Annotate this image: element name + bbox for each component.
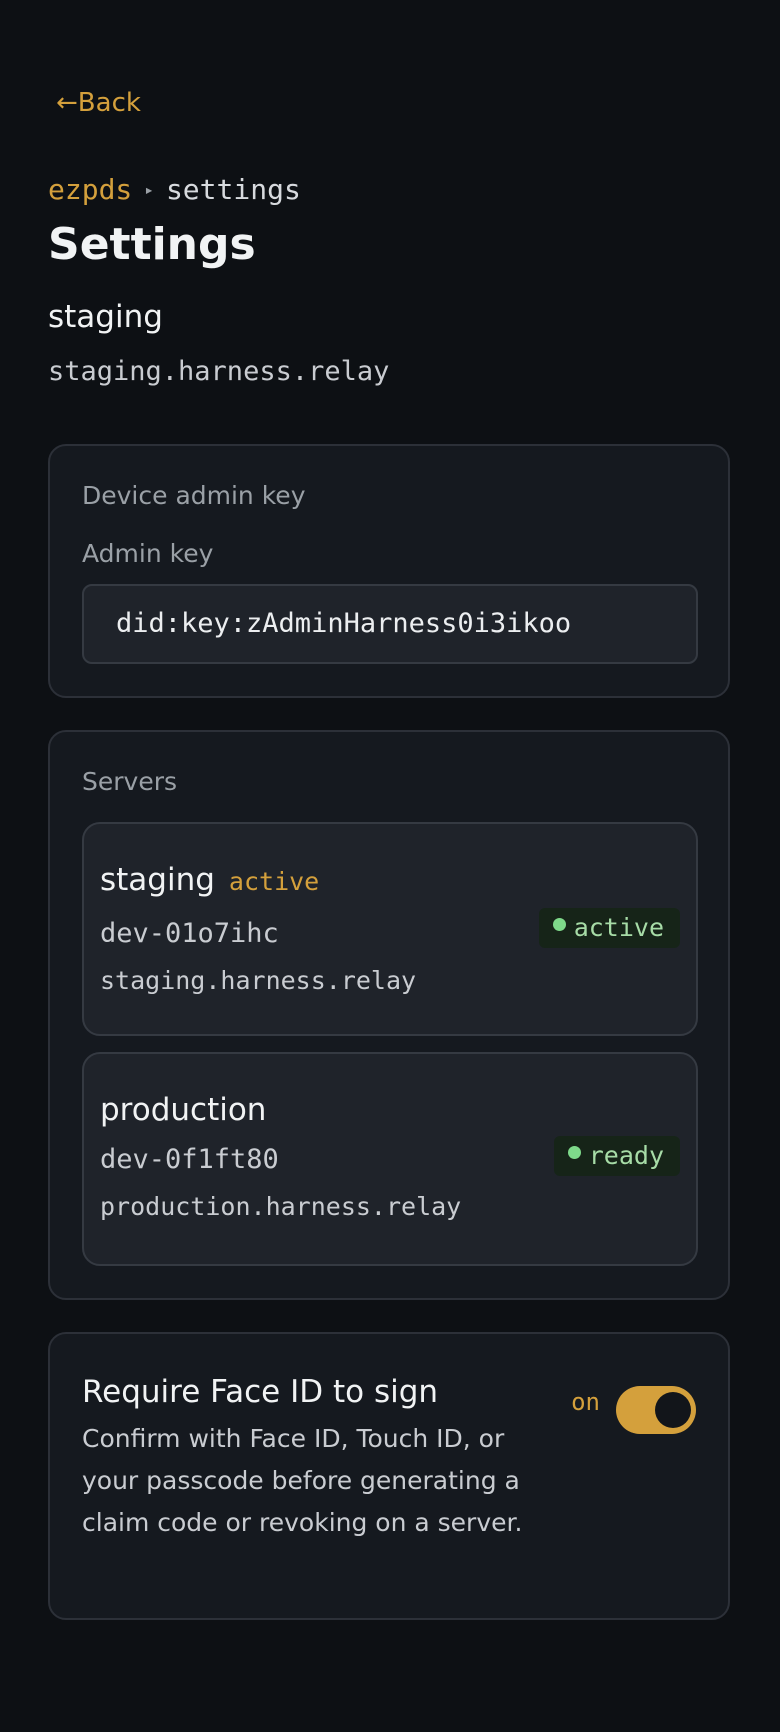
face-id-title: Require Face ID to sign (82, 1374, 439, 1410)
status-badge: ready (553, 1136, 680, 1176)
admin-key-card: Device admin key Admin key did:key:zAdmi… (48, 444, 730, 698)
breadcrumb: ezpds ▸ settings (48, 172, 301, 212)
servers-card: Servers staging active dev-01o7ihc stagin… (48, 730, 730, 1300)
server-name: staging (100, 862, 215, 898)
servers-section-label: Servers (82, 767, 178, 796)
toggle-knob (655, 1392, 691, 1428)
server-active-tag: active (228, 867, 320, 896)
face-id-card: Require Face ID to sign Confirm with Fac… (48, 1332, 730, 1620)
back-label: Back (77, 88, 141, 118)
page-title: Settings (48, 219, 256, 270)
environment-name: staging (48, 299, 163, 335)
server-name-row: staging active (100, 860, 319, 902)
server-item-staging[interactable]: staging active dev-01o7ihc staging.harnes… (82, 822, 698, 1036)
status-dot-icon (567, 1146, 581, 1159)
breadcrumb-separator-icon: ▸ (144, 180, 154, 199)
breadcrumb-root[interactable]: ezpds (48, 173, 132, 206)
face-id-toggle[interactable] (616, 1386, 696, 1434)
status-text: active (573, 913, 664, 942)
back-arrow-icon: ← (56, 88, 78, 118)
status-dot-icon (552, 918, 566, 931)
server-item-production[interactable]: production dev-0f1ft80 production.harnes… (82, 1052, 698, 1266)
server-name-row: production (100, 1090, 266, 1130)
status-text: ready (588, 1141, 664, 1170)
back-button[interactable]: ←Back (56, 88, 141, 118)
server-host: staging.harness.relay (100, 966, 417, 995)
server-device-id: dev-0f1ft80 (100, 1144, 279, 1175)
server-name: production (100, 1092, 267, 1128)
admin-key-section-label: Device admin key (82, 481, 306, 510)
admin-key-field-label: Admin key (82, 539, 214, 568)
status-badge: active (538, 908, 680, 948)
server-device-id: dev-01o7ihc (100, 918, 279, 949)
server-host: production.harness.relay (100, 1192, 462, 1221)
environment-host: staging.harness.relay (48, 356, 390, 387)
breadcrumb-current: settings (165, 173, 301, 206)
face-id-description: Confirm with Face ID, Touch ID, or your … (82, 1424, 523, 1537)
face-id-toggle-state: on (571, 1388, 600, 1416)
admin-key-field[interactable]: did:key:zAdminHarness0i3ikoo (82, 584, 698, 664)
